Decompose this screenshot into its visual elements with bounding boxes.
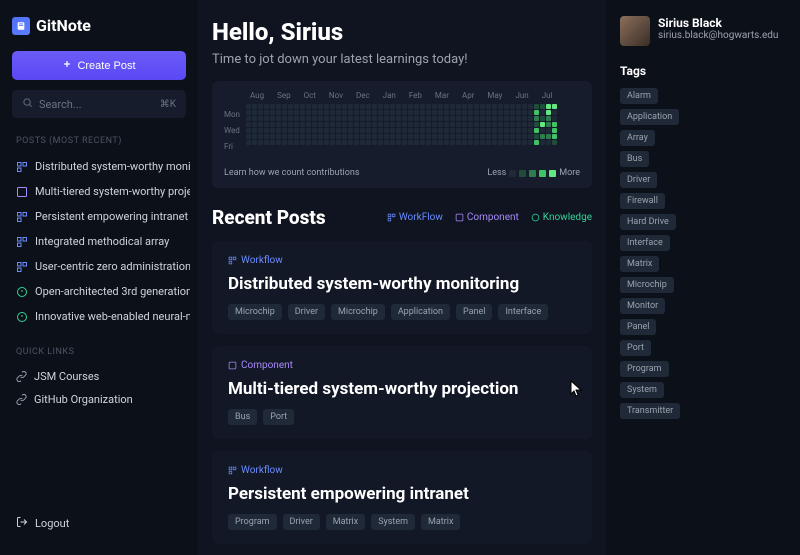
- tag-chip[interactable]: Driver: [283, 514, 320, 530]
- post-title: Distributed system-worthy monitoring: [228, 274, 576, 294]
- tag-chip[interactable]: Application: [391, 304, 450, 320]
- recent-posts-title: Recent Posts: [212, 206, 326, 229]
- sidebar-post-item[interactable]: User-centric zero administration ...: [8, 254, 190, 279]
- sidebar-post-item[interactable]: Distributed system-worthy monit...: [8, 154, 190, 179]
- tag-chip[interactable]: Matrix: [326, 514, 365, 530]
- post-card[interactable]: Workflow Distributed system-worthy monito…: [212, 241, 592, 334]
- tag-item[interactable]: Interface: [620, 235, 670, 251]
- profile-name: Sirius Black: [658, 16, 778, 30]
- tag-item[interactable]: Bus: [620, 151, 649, 167]
- tags-title: Tags: [620, 64, 786, 78]
- tag-item[interactable]: Microchip: [620, 277, 674, 293]
- sidebar-post-item[interactable]: Open-architected 3rd generation ...: [8, 279, 190, 304]
- tag-item[interactable]: Panel: [620, 319, 656, 335]
- legend-more: More: [559, 168, 580, 178]
- sidebar: GitNote Create Post Search... ⌘K POSTS (…: [0, 0, 198, 555]
- post-type-badge: Workflow: [228, 465, 576, 476]
- post-title: Persistent empowering intranet: [228, 484, 576, 504]
- contrib-learn-link[interactable]: Learn how we count contributions: [224, 168, 359, 178]
- search-input[interactable]: Search... ⌘K: [12, 90, 186, 118]
- post-type-badge: Component: [228, 360, 576, 371]
- tag-chip[interactable]: Port: [263, 409, 294, 425]
- tag-chip[interactable]: Program: [228, 514, 277, 530]
- tag-chip[interactable]: Panel: [456, 304, 492, 320]
- posts-section-label: POSTS (MOST RECENT): [8, 136, 190, 154]
- sidebar-post-item[interactable]: Innovative web-enabled neural-net: [8, 304, 190, 329]
- logout-label: Logout: [35, 517, 69, 530]
- page-subtitle: Time to jot down your latest learnings t…: [212, 52, 592, 67]
- tag-chip[interactable]: Interface: [498, 304, 548, 320]
- app-logo[interactable]: GitNote: [8, 16, 190, 51]
- contribution-graph: AugSepOctNovDecJanFebMarAprMayJunJul Mon…: [212, 81, 592, 188]
- tag-item[interactable]: Transmitter: [620, 403, 680, 419]
- tag-item[interactable]: Array: [620, 130, 655, 146]
- logout-icon: [16, 516, 28, 531]
- main-content: Hello, Sirius Time to jot down your late…: [198, 0, 606, 555]
- tag-chip[interactable]: System: [371, 514, 415, 530]
- legend-cell-4: [549, 170, 556, 177]
- filter-knowledge[interactable]: Knowledge: [531, 212, 592, 223]
- search-placeholder: Search...: [39, 98, 82, 111]
- tag-chip[interactable]: Matrix: [421, 514, 460, 530]
- sidebar-post-item[interactable]: Multi-tiered system-worthy proje...: [8, 179, 190, 204]
- tag-item[interactable]: Matrix: [620, 256, 659, 272]
- post-card[interactable]: Workflow Persistent empowering intranet Pr…: [212, 451, 592, 544]
- avatar: [620, 16, 650, 46]
- tag-item[interactable]: Hard Drive: [620, 214, 676, 230]
- legend-cell-3: [539, 170, 546, 177]
- create-post-button[interactable]: Create Post: [12, 51, 186, 80]
- legend-cell-2: [529, 170, 536, 177]
- tag-item[interactable]: Monitor: [620, 298, 665, 314]
- app-name: GitNote: [36, 16, 91, 35]
- legend-cell-0: [509, 170, 516, 177]
- sidebar-post-item[interactable]: Persistent empowering intranet: [8, 204, 190, 229]
- tag-chip[interactable]: Microchip: [228, 304, 282, 320]
- quick-link-item[interactable]: GitHub Organization: [8, 388, 190, 411]
- tag-item[interactable]: Port: [620, 340, 651, 356]
- post-title: Multi-tiered system-worthy projection: [228, 379, 576, 399]
- tag-item[interactable]: Alarm: [620, 88, 658, 104]
- profile-card[interactable]: Sirius Black sirius.black@hogwarts.edu: [620, 16, 786, 46]
- create-post-label: Create Post: [77, 60, 135, 72]
- tag-chip[interactable]: Bus: [228, 409, 257, 425]
- page-title: Hello, Sirius: [212, 18, 592, 46]
- filter-workflow[interactable]: WorkFlow: [387, 212, 443, 223]
- legend-less: Less: [487, 168, 506, 178]
- tag-chip[interactable]: Microchip: [331, 304, 385, 320]
- plus-icon: [62, 59, 72, 72]
- search-icon: [22, 97, 33, 111]
- logo-icon: [12, 17, 30, 35]
- search-shortcut: ⌘K: [160, 99, 176, 110]
- quick-links-label: QUICK LINKS: [8, 347, 190, 365]
- quick-link-item[interactable]: JSM Courses: [8, 365, 190, 388]
- post-type-badge: Workflow: [228, 255, 576, 266]
- tag-item[interactable]: Application: [620, 109, 679, 125]
- filter-component[interactable]: Component: [455, 212, 519, 223]
- legend-cell-1: [519, 170, 526, 177]
- tag-item[interactable]: Firewall: [620, 193, 665, 209]
- tag-item[interactable]: Driver: [620, 172, 657, 188]
- post-card[interactable]: Component Multi-tiered system-worthy proj…: [212, 346, 592, 439]
- tag-chip[interactable]: Driver: [288, 304, 325, 320]
- profile-email: sirius.black@hogwarts.edu: [658, 30, 778, 41]
- tag-item[interactable]: Program: [620, 361, 669, 377]
- tag-item[interactable]: System: [620, 382, 664, 398]
- sidebar-post-item[interactable]: Integrated methodical array: [8, 229, 190, 254]
- logout-button[interactable]: Logout: [8, 508, 190, 539]
- right-sidebar: Sirius Black sirius.black@hogwarts.edu T…: [606, 0, 800, 555]
